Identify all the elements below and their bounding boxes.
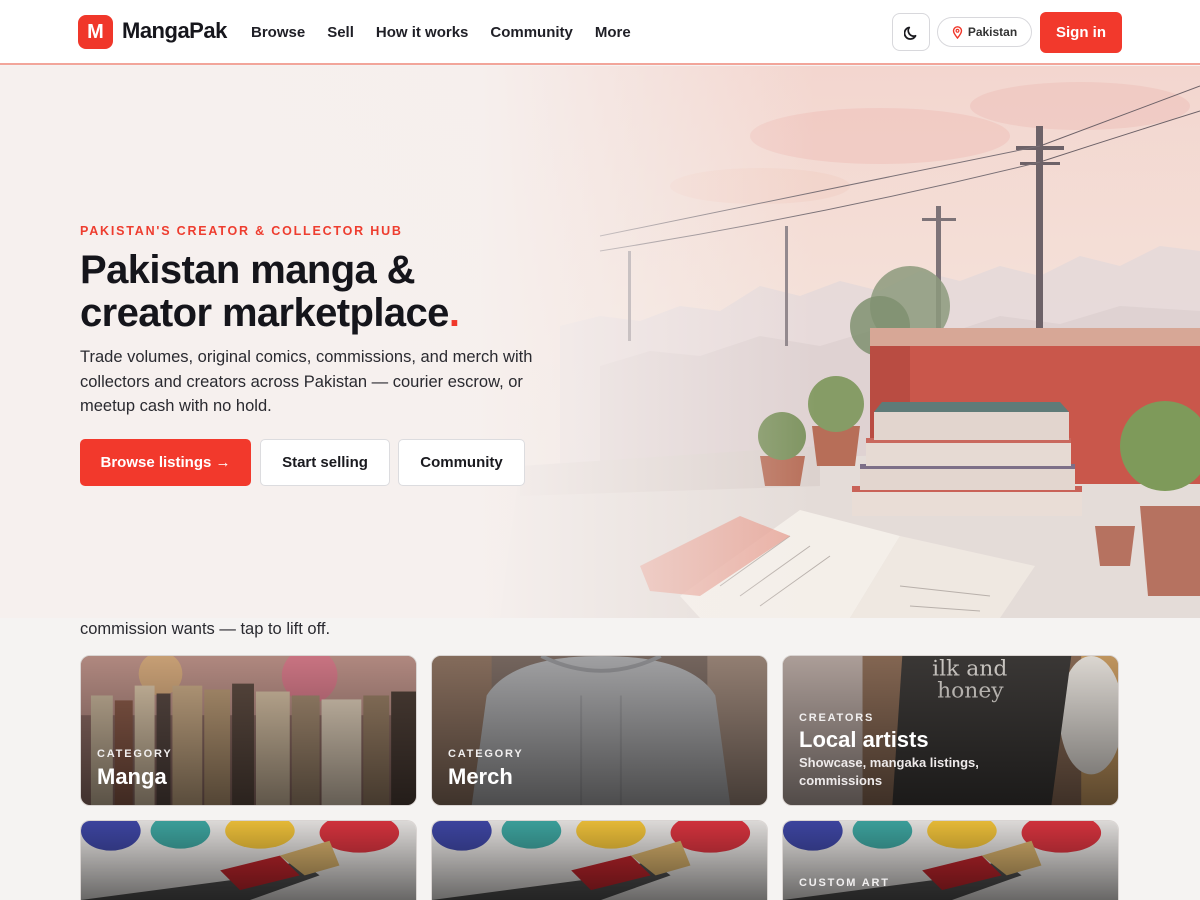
region-selector[interactable]: Pakistan [937,17,1032,47]
nav-community[interactable]: Community [490,24,573,41]
nav-sell[interactable]: Sell [327,24,354,41]
category-card-supplies[interactable] [431,820,768,900]
hero-section: PAKISTAN'S CREATOR & COLLECTOR HUB Pakis… [0,66,1200,618]
brand-name[interactable]: MangaPak [122,18,227,44]
top-nav-bar: M MangaPak Browse Sell How it works Comm… [0,0,1200,65]
main-nav: Browse Sell How it works Community More [251,24,631,41]
card-shade [432,821,767,900]
hero-title-line1: Pakistan manga & [80,248,416,292]
card-kicker: CREATORS [799,712,875,724]
card-kicker: CATEGORY [97,748,173,760]
community-button[interactable]: Community [398,439,525,486]
card-kicker: CATEGORY [448,748,524,760]
category-card-manga[interactable]: CATEGORY Manga [80,655,417,806]
category-card-art-supplies[interactable] [80,820,417,900]
browse-listings-button[interactable]: Browse listings → [80,439,251,486]
hero-subtitle: Trade volumes, original comics, commissi… [80,348,533,415]
moon-icon [904,26,917,40]
theme-toggle-button[interactable] [892,13,930,51]
card-title: Manga [97,764,167,789]
nav-browse[interactable]: Browse [251,24,305,41]
hero-title-dot: . [448,291,460,335]
hero-title-line2: creator marketplace [80,291,449,335]
nav-more[interactable]: More [595,24,631,41]
category-card-merch[interactable]: CATEGORY Merch [431,655,768,806]
card-kicker: CUSTOM ART [799,877,890,889]
region-label: Pakistan [967,25,1018,39]
card-description: Showcase, mangaka listings, commissions [799,755,979,788]
section-hint-text: commission wants — tap to lift off. [80,620,331,638]
start-selling-button[interactable]: Start selling [260,439,390,486]
logo-icon[interactable]: M [78,15,113,49]
hero-title: Pakistan manga & creator marketplace. [80,249,550,335]
hero-eyebrow: PAKISTAN'S CREATOR & COLLECTOR HUB [80,224,403,238]
sign-in-button[interactable]: Sign in [1040,12,1122,53]
category-card-custom-art[interactable]: CUSTOM ART [782,820,1119,900]
hero-gradient-overlay [0,66,1200,618]
location-pin-icon [952,25,963,39]
nav-how-it-works[interactable]: How it works [376,24,469,41]
category-card-local-artists[interactable]: ilk and honey CREATORS Local artists Sho… [782,655,1119,806]
card-title: Merch [448,764,513,789]
card-shade [81,821,416,900]
card-title: Local artists [799,727,929,752]
